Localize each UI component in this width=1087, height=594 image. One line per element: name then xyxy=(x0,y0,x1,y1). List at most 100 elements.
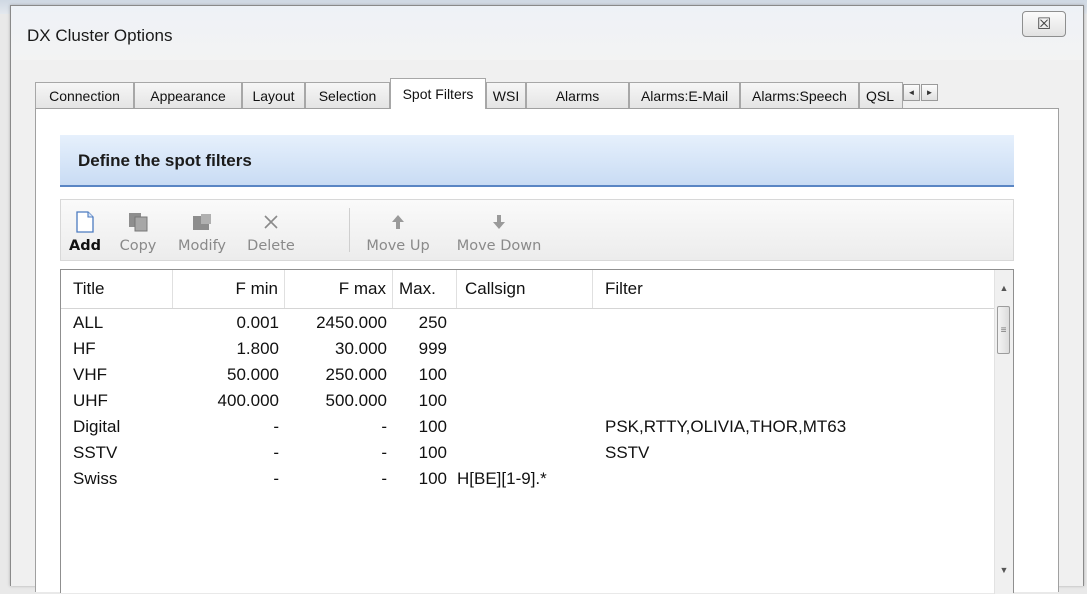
dx-cluster-options-dialog: DX Cluster Options ☒ Connection Appearan… xyxy=(10,5,1084,594)
scroll-up-arrow-icon[interactable]: ▲ xyxy=(995,278,1013,298)
tab-wsi[interactable]: WSI xyxy=(486,82,526,108)
tab-alarms-email[interactable]: Alarms:E-Mail xyxy=(629,82,740,108)
tab-connection[interactable]: Connection xyxy=(35,82,134,108)
arrow-down-icon xyxy=(492,208,506,236)
cell-max: 100 xyxy=(418,365,447,384)
cell-callsign xyxy=(457,336,593,362)
copy-button[interactable]: Copy xyxy=(115,200,161,260)
background-window-edge xyxy=(0,14,8,586)
tab-label: Appearance xyxy=(150,87,226,104)
cell-fmin: - xyxy=(273,469,279,488)
tab-scroll-right-button[interactable]: ► xyxy=(921,84,938,101)
cell-fmax: 250.000 xyxy=(325,365,387,384)
move-down-label: Move Down xyxy=(456,238,542,254)
column-header-title[interactable]: Title xyxy=(61,270,173,308)
table-row[interactable]: UHF 400.000 500.000 100 xyxy=(61,388,995,414)
cell-fmax: 500.000 xyxy=(325,391,387,410)
cell-fmax: - xyxy=(381,469,387,488)
cell-max: 100 xyxy=(418,391,447,410)
cell-title: Swiss xyxy=(73,469,118,488)
cell-fmax: 30.000 xyxy=(335,339,387,358)
table-row[interactable]: ALL 0.001 2450.000 250 xyxy=(61,310,995,336)
table-row[interactable]: VHF 50.000 250.000 100 xyxy=(61,362,995,388)
move-down-button[interactable]: Move Down xyxy=(447,200,551,260)
tab-label: WSI xyxy=(492,87,520,104)
cell-fmax: - xyxy=(381,417,387,436)
new-document-icon xyxy=(76,208,94,236)
close-icon: ☒ xyxy=(1036,16,1052,33)
modify-label: Modify xyxy=(177,238,227,254)
cell-fmin: 400.000 xyxy=(217,391,279,410)
column-header-callsign[interactable]: Callsign xyxy=(457,270,593,308)
cell-callsign xyxy=(457,440,593,466)
tab-spot-filters[interactable]: Spot Filters xyxy=(390,78,486,109)
section-title: Define the spot filters xyxy=(78,151,252,170)
cell-filter xyxy=(605,466,985,492)
tab-selection[interactable]: Selection xyxy=(305,82,390,108)
move-up-label: Move Up xyxy=(366,238,430,254)
column-header-fmin[interactable]: F min xyxy=(173,270,285,308)
table-row[interactable]: Digital - - 100 PSK,RTTY,OLIVIA,THOR,MT63 xyxy=(61,414,995,440)
tab-label: Alarms xyxy=(555,87,600,104)
title-bar[interactable]: DX Cluster Options ☒ xyxy=(11,6,1083,60)
cell-max: 100 xyxy=(418,417,447,436)
add-label: Add xyxy=(69,238,101,254)
tab-appearance[interactable]: Appearance xyxy=(134,82,242,108)
column-header-max[interactable]: Max. xyxy=(393,270,457,308)
cell-fmin: - xyxy=(273,443,279,462)
tab-layout[interactable]: Layout xyxy=(242,82,305,108)
copy-label: Copy xyxy=(119,238,157,254)
cell-max: 999 xyxy=(418,339,447,358)
cell-fmax: - xyxy=(381,443,387,462)
column-header-fmax[interactable]: F max xyxy=(285,270,393,308)
vertical-scrollbar[interactable]: ▲ ≡ ▼ xyxy=(994,270,1013,594)
table-row[interactable]: SSTV - - 100 SSTV xyxy=(61,440,995,466)
cell-callsign: H[BE][1-9].* xyxy=(457,469,547,488)
delete-label: Delete xyxy=(247,238,295,254)
cell-title: UHF xyxy=(73,391,108,410)
cell-callsign xyxy=(457,388,593,414)
column-header-filter[interactable]: Filter xyxy=(593,270,995,308)
cell-fmin: 50.000 xyxy=(227,365,279,384)
add-button[interactable]: Add xyxy=(67,200,103,260)
arrow-up-icon xyxy=(391,208,405,236)
section-header: Define the spot filters xyxy=(60,135,1014,187)
tab-label: Layout xyxy=(252,87,295,104)
tab-qsl[interactable]: QSL xyxy=(859,82,903,108)
cell-title: VHF xyxy=(73,365,107,384)
cell-title: HF xyxy=(73,339,96,358)
modify-button[interactable]: Modify xyxy=(171,200,233,260)
tab-scroll-left-button[interactable]: ◄ xyxy=(903,84,920,101)
scroll-down-arrow-icon[interactable]: ▼ xyxy=(995,560,1013,580)
cell-filter: SSTV xyxy=(605,443,650,462)
cell-filter xyxy=(605,310,985,336)
cell-title: Digital xyxy=(73,417,121,436)
arrow-right-icon: ► xyxy=(925,88,934,97)
delete-x-icon xyxy=(262,208,280,236)
modify-icon xyxy=(191,208,213,236)
tab-alarms[interactable]: Alarms xyxy=(526,82,629,108)
tab-label: Alarms:E-Mail xyxy=(640,87,729,104)
table-row[interactable]: Swiss - - 100 H[BE][1-9].* xyxy=(61,466,995,492)
tab-label: Connection xyxy=(49,87,120,104)
cell-filter xyxy=(605,388,985,414)
spot-filters-panel: Define the spot filters Add Copy Modify xyxy=(35,108,1059,594)
tab-alarms-speech[interactable]: Alarms:Speech xyxy=(740,82,859,108)
arrow-left-icon: ◄ xyxy=(907,88,916,97)
cell-title: SSTV xyxy=(73,443,118,462)
move-up-button[interactable]: Move Up xyxy=(359,200,437,260)
close-button[interactable]: ☒ xyxy=(1022,11,1066,37)
cell-max: 250 xyxy=(418,313,447,332)
scroll-thumb[interactable]: ≡ xyxy=(997,306,1010,354)
table-row[interactable]: HF 1.800 30.000 999 xyxy=(61,336,995,362)
tab-label: Spot Filters xyxy=(402,86,474,102)
cell-callsign xyxy=(457,362,593,388)
cell-fmin: - xyxy=(273,417,279,436)
copy-icon xyxy=(127,208,149,236)
cell-filter xyxy=(605,362,985,388)
cell-title: ALL xyxy=(73,313,104,332)
spot-filter-list[interactable]: Title F min F max Max. Callsign Filter A… xyxy=(60,269,1014,594)
tab-strip: Connection Appearance Layout Selection S… xyxy=(35,78,1059,109)
cell-max: 100 xyxy=(418,469,447,488)
delete-button[interactable]: Delete xyxy=(243,200,299,260)
